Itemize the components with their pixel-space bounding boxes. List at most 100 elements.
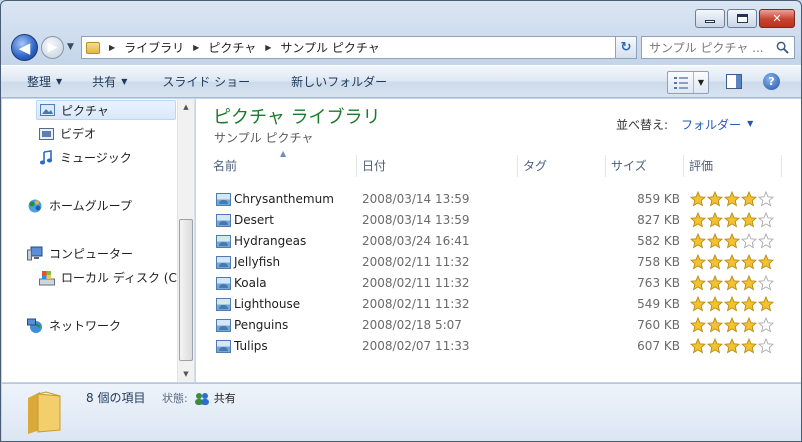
star-filled-icon[interactable]	[690, 191, 706, 207]
nav-item-video[interactable]: ビデオ	[39, 125, 96, 142]
breadcrumb-separator[interactable]: ▶	[265, 43, 271, 52]
rating-stars[interactable]	[690, 296, 774, 312]
file-row[interactable]: Desert 2008/03/14 13:59 827 KB	[196, 210, 796, 231]
star-filled-icon[interactable]	[724, 338, 740, 354]
file-row[interactable]: Lighthouse 2008/02/11 11:32 549 KB	[196, 294, 796, 315]
help-button[interactable]: ?	[763, 73, 780, 90]
arrange-dropdown[interactable]: フォルダー	[681, 116, 741, 133]
column-header-name[interactable]: 名前	[208, 155, 357, 177]
forward-button[interactable]: ▶	[41, 36, 64, 59]
star-filled-icon[interactable]	[741, 317, 757, 333]
file-row[interactable]: Tulips 2008/02/07 11:33 607 KB	[196, 336, 796, 357]
star-empty-icon[interactable]	[758, 317, 774, 333]
star-filled-icon[interactable]	[724, 317, 740, 333]
caption-buttons: ✕	[695, 9, 795, 28]
rating-stars[interactable]	[690, 338, 774, 354]
breadcrumb-separator[interactable]: ▶	[109, 43, 115, 52]
rating-stars[interactable]	[690, 275, 774, 291]
star-filled-icon[interactable]	[707, 317, 723, 333]
rating-stars[interactable]	[690, 254, 774, 270]
nav-item-pictures[interactable]: ピクチャ	[36, 100, 176, 120]
star-empty-icon[interactable]	[758, 338, 774, 354]
star-filled-icon[interactable]	[724, 233, 740, 249]
star-empty-icon[interactable]	[741, 233, 757, 249]
star-filled-icon[interactable]	[724, 275, 740, 291]
column-header-rating[interactable]: 評価	[684, 155, 782, 177]
star-filled-icon[interactable]	[741, 338, 757, 354]
star-filled-icon[interactable]	[707, 191, 723, 207]
nav-item-homegroup[interactable]: ホームグループ	[27, 197, 132, 214]
rating-stars[interactable]	[690, 233, 774, 249]
column-header-size[interactable]: サイズ	[606, 155, 684, 177]
column-header-date[interactable]: 日付	[357, 155, 518, 177]
star-filled-icon[interactable]	[724, 254, 740, 270]
search-icon[interactable]	[776, 41, 789, 54]
star-empty-icon[interactable]	[758, 275, 774, 291]
star-filled-icon[interactable]	[707, 275, 723, 291]
organize-menu[interactable]: 整理 ▼	[27, 73, 62, 90]
star-filled-icon[interactable]	[707, 296, 723, 312]
star-filled-icon[interactable]	[690, 212, 706, 228]
star-filled-icon[interactable]	[724, 296, 740, 312]
refresh-button[interactable]: ↻	[615, 36, 637, 59]
minimize-button[interactable]	[695, 9, 725, 28]
file-row[interactable]: Hydrangeas 2008/03/24 16:41 582 KB	[196, 231, 796, 252]
star-filled-icon[interactable]	[707, 233, 723, 249]
maximize-button[interactable]	[727, 9, 757, 28]
breadcrumb-sample-pictures[interactable]: サンプル ピクチャ	[280, 39, 379, 56]
nav-scrollbar[interactable]: ▲ ▼	[177, 99, 194, 382]
nav-item-network[interactable]: ネットワーク	[27, 317, 121, 334]
file-name: Jellyfish	[234, 255, 281, 269]
chevron-down-icon[interactable]: ▼	[747, 119, 753, 133]
nav-item-computer[interactable]: コンピューター	[27, 245, 133, 262]
star-filled-icon[interactable]	[741, 191, 757, 207]
star-filled-icon[interactable]	[724, 212, 740, 228]
breadcrumb-libraries[interactable]: ライブラリ	[124, 39, 184, 56]
star-filled-icon[interactable]	[758, 254, 774, 270]
breadcrumb-pictures[interactable]: ピクチャ	[208, 39, 256, 56]
scroll-up-icon[interactable]: ▲	[178, 99, 194, 115]
star-filled-icon[interactable]	[707, 338, 723, 354]
star-filled-icon[interactable]	[741, 296, 757, 312]
scroll-down-icon[interactable]: ▼	[178, 366, 194, 382]
file-row[interactable]: Penguins 2008/02/18 5:07 760 KB	[196, 315, 796, 336]
change-view-button[interactable]: ▼	[667, 71, 709, 94]
star-empty-icon[interactable]	[758, 191, 774, 207]
breadcrumb-separator[interactable]: ▶	[193, 43, 199, 52]
address-bar[interactable]: ▶ ライブラリ ▶ ピクチャ ▶ サンプル ピクチャ ▼	[81, 36, 637, 59]
file-row[interactable]: Chrysanthemum 2008/03/14 13:59 859 KB	[196, 189, 796, 210]
slideshow-button[interactable]: スライド ショー	[162, 73, 250, 90]
file-row[interactable]: Koala 2008/02/11 11:32 763 KB	[196, 273, 796, 294]
nav-item-music[interactable]: ミュージック	[39, 149, 132, 166]
file-row[interactable]: Jellyfish 2008/02/11 11:32 758 KB	[196, 252, 796, 273]
view-dropdown-icon[interactable]: ▼	[694, 78, 708, 87]
star-filled-icon[interactable]	[724, 191, 740, 207]
star-filled-icon[interactable]	[707, 212, 723, 228]
back-button[interactable]: ◀	[11, 34, 38, 61]
star-filled-icon[interactable]	[707, 254, 723, 270]
star-filled-icon[interactable]	[690, 296, 706, 312]
star-filled-icon[interactable]	[690, 317, 706, 333]
nav-item-local-disk[interactable]: ローカル ディスク (C	[39, 269, 177, 286]
star-filled-icon[interactable]	[741, 254, 757, 270]
preview-pane-button[interactable]	[726, 74, 742, 89]
close-button[interactable]: ✕	[759, 9, 795, 28]
star-empty-icon[interactable]	[758, 233, 774, 249]
star-filled-icon[interactable]	[741, 212, 757, 228]
rating-stars[interactable]	[690, 191, 774, 207]
new-folder-button[interactable]: 新しいフォルダー	[291, 73, 387, 90]
star-filled-icon[interactable]	[690, 233, 706, 249]
scroll-thumb[interactable]	[179, 219, 193, 361]
star-filled-icon[interactable]	[690, 275, 706, 291]
star-filled-icon[interactable]	[690, 254, 706, 270]
star-filled-icon[interactable]	[741, 275, 757, 291]
history-dropdown[interactable]: ▼	[67, 42, 74, 52]
star-filled-icon[interactable]	[758, 296, 774, 312]
star-empty-icon[interactable]	[758, 212, 774, 228]
rating-stars[interactable]	[690, 212, 774, 228]
column-header-tags[interactable]: タグ	[518, 155, 606, 177]
star-filled-icon[interactable]	[690, 338, 706, 354]
share-menu[interactable]: 共有 ▼	[92, 73, 127, 90]
search-input[interactable]: サンプル ピクチャ ...	[641, 36, 795, 59]
rating-stars[interactable]	[690, 317, 774, 333]
